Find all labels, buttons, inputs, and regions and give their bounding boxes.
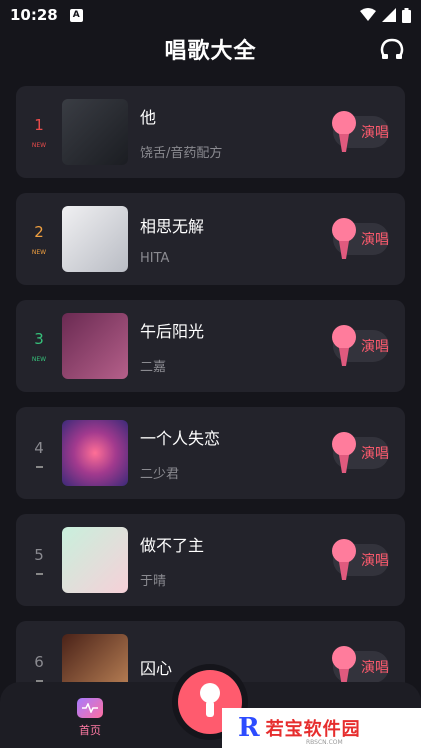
watermark-url: RBSCN.COM [306, 739, 343, 746]
nav-home[interactable]: 首页 [70, 698, 110, 738]
song-info: 他 饶舌/音药配方 [140, 104, 222, 161]
headset-icon[interactable] [379, 36, 405, 62]
home-icon [77, 698, 103, 718]
album-cover [62, 420, 128, 486]
signal-icon [382, 8, 396, 22]
sing-label: 演唱 [361, 446, 389, 462]
rank: 6 [16, 653, 62, 682]
sing-label: 演唱 [361, 553, 389, 569]
rank: 1 NEW [16, 116, 62, 149]
rank-number: 3 [34, 329, 44, 348]
new-badge: NEW [31, 141, 47, 149]
rank-number: 2 [34, 222, 44, 241]
sing-label: 演唱 [361, 660, 389, 676]
app-header: 唱歌大全 [0, 30, 421, 68]
status-time: 10:28 [10, 6, 58, 24]
song-artist: 于晴 [140, 573, 167, 589]
song-card[interactable]: 5 做不了主 于晴 演唱 [16, 514, 405, 606]
new-badge: NEW [31, 248, 47, 256]
notification-icon: A [69, 8, 83, 22]
microphone-icon [200, 683, 220, 717]
song-list: 1 NEW 他 饶舌/音药配方 演唱 2 NEW 相思无解 HITA 演唱 3 … [16, 86, 405, 728]
song-artist: HITA [140, 250, 170, 266]
song-info: 囚心 [140, 655, 172, 679]
album-cover [62, 99, 128, 165]
sing-label: 演唱 [361, 232, 389, 248]
song-info: 午后阳光 二嘉 [140, 318, 204, 375]
rank-number: 5 [34, 545, 44, 564]
rank: 5 [16, 546, 62, 575]
microphone-icon [332, 218, 356, 259]
rank-number: 4 [34, 438, 44, 457]
song-info: 相思无解 HITA [140, 213, 204, 266]
microphone-icon [332, 539, 356, 580]
song-artist: 二少君 [140, 466, 180, 482]
song-title: 相思无解 [140, 216, 205, 236]
song-title: 一个人失恋 [140, 428, 221, 448]
song-card[interactable]: 2 NEW 相思无解 HITA 演唱 [16, 193, 405, 285]
sing-label: 演唱 [361, 339, 389, 355]
song-card[interactable]: 4 一个人失恋 二少君 演唱 [16, 407, 405, 499]
song-title: 做不了主 [140, 535, 205, 555]
wifi-icon [360, 8, 376, 21]
watermark-logo: R [238, 713, 260, 743]
rank-number: 1 [34, 115, 44, 134]
song-info: 做不了主 于晴 [140, 532, 204, 589]
rank: 3 NEW [16, 330, 62, 363]
song-artist: 二嘉 [140, 359, 167, 375]
battery-icon [402, 7, 411, 23]
watermark: R 若宝软件园 RBSCN.COM [222, 708, 421, 748]
microphone-icon [332, 325, 356, 366]
song-artist: 饶舌/音药配方 [140, 145, 223, 161]
page-title: 唱歌大全 [164, 39, 257, 64]
album-cover [62, 313, 128, 379]
nav-home-label: 首页 [79, 724, 101, 737]
new-badge: NEW [31, 355, 47, 363]
album-cover [62, 206, 128, 272]
rank-dash [35, 465, 43, 468]
watermark-text: 若宝软件园 [265, 719, 361, 740]
album-cover [62, 527, 128, 593]
rank: 4 [16, 439, 62, 468]
song-card[interactable]: 1 NEW 他 饶舌/音药配方 演唱 [16, 86, 405, 178]
song-card[interactable]: 3 NEW 午后阳光 二嘉 演唱 [16, 300, 405, 392]
song-title: 午后阳光 [140, 321, 205, 341]
rank: 2 NEW [16, 223, 62, 256]
sing-label: 演唱 [361, 125, 389, 141]
song-title: 他 [140, 107, 157, 127]
song-info: 一个人失恋 二少君 [140, 425, 220, 482]
microphone-icon [332, 111, 356, 152]
song-title: 囚心 [140, 659, 173, 678]
microphone-icon [332, 432, 356, 473]
status-bar: 10:28 A [0, 0, 421, 30]
rank-dash [35, 572, 43, 575]
rank-number: 6 [34, 652, 44, 671]
